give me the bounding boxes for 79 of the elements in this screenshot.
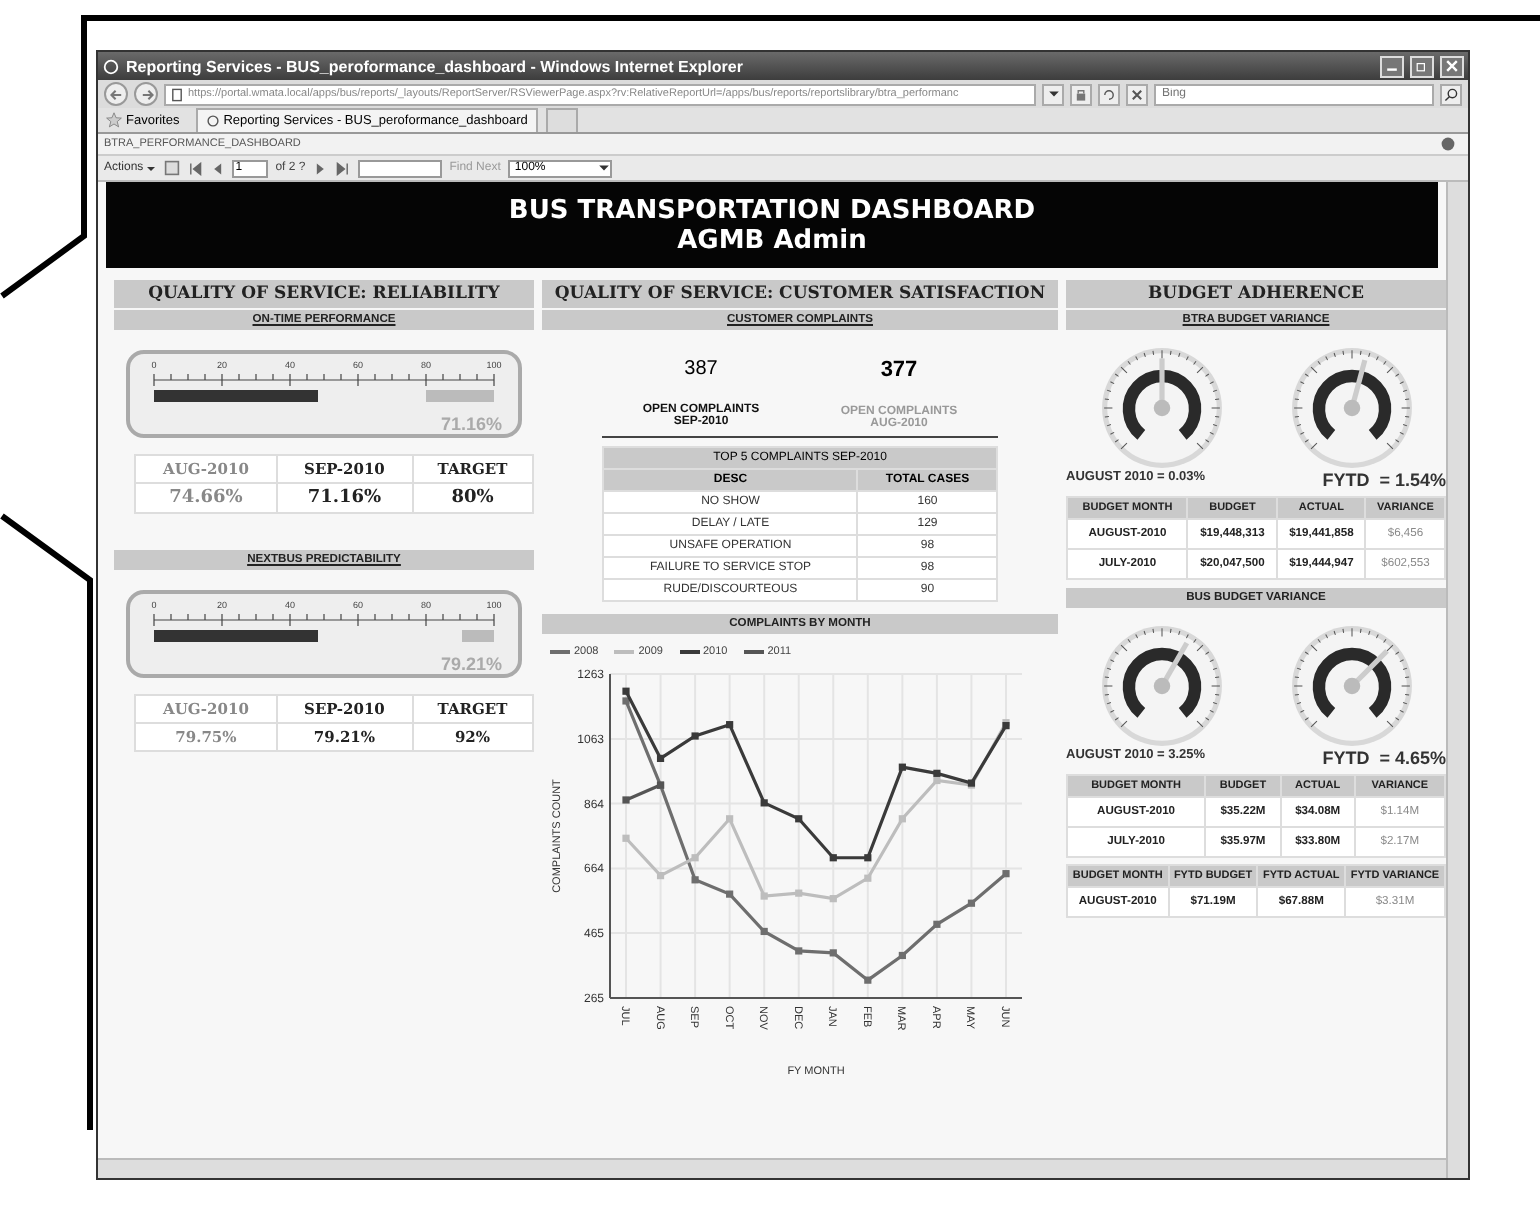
caret-icon bbox=[145, 163, 156, 173]
data-point bbox=[726, 890, 734, 898]
close-icon bbox=[1446, 60, 1458, 72]
gauge-caption: FYTD = 1.54% bbox=[1322, 470, 1446, 490]
section-title: QUALITY OF SERVICE: CUSTOMER SATISFACTION bbox=[542, 280, 1058, 308]
data-point bbox=[1002, 870, 1010, 878]
table-cell: 71.16% bbox=[276, 483, 413, 513]
dial-gauge-drawing bbox=[1289, 346, 1413, 470]
data-point bbox=[864, 854, 872, 862]
restore-icon bbox=[1416, 60, 1428, 72]
next-page-icon[interactable] bbox=[313, 161, 328, 175]
data-point bbox=[933, 920, 941, 928]
caret-icon bbox=[598, 162, 611, 174]
search-button[interactable] bbox=[1440, 83, 1462, 105]
dial-gauge-drawing bbox=[1289, 624, 1413, 748]
data-point bbox=[726, 815, 734, 823]
browser-logo-icon bbox=[102, 57, 120, 75]
data-point bbox=[795, 815, 803, 823]
data-point bbox=[622, 834, 630, 842]
data-point bbox=[795, 947, 803, 955]
maximize-button[interactable] bbox=[1410, 55, 1434, 77]
close-button[interactable] bbox=[1440, 55, 1464, 77]
data-point bbox=[829, 854, 837, 862]
caret-icon bbox=[1047, 88, 1059, 100]
gauge-caption: FYTD = 4.65% bbox=[1322, 748, 1446, 768]
data-point bbox=[691, 732, 699, 740]
window-title: Reporting Services - BUS_peroformance_dashboard - Windows Internet Explorer bbox=[126, 57, 745, 75]
complaint-count: 377 bbox=[878, 358, 920, 382]
find-field[interactable] bbox=[357, 159, 442, 177]
star-icon bbox=[106, 112, 122, 128]
lock-icon bbox=[1074, 87, 1088, 101]
forward-button[interactable] bbox=[134, 82, 158, 106]
dropdown-button[interactable] bbox=[1042, 83, 1064, 105]
data-point bbox=[691, 854, 699, 862]
table-cell: 80% bbox=[412, 483, 533, 513]
dashboard-subtitle: AGMB Admin bbox=[677, 225, 867, 255]
data-point bbox=[760, 927, 768, 936]
data-point bbox=[864, 874, 872, 882]
gauge-reading: 79.21% bbox=[440, 654, 502, 674]
dashboard-title: BUS TRANSPORTATION DASHBOARD bbox=[508, 195, 1036, 225]
page-icon bbox=[170, 87, 184, 101]
section-title: BUDGET ADHERENCE bbox=[1066, 280, 1446, 308]
previous-page-icon[interactable] bbox=[209, 161, 224, 175]
browser-logo-icon bbox=[205, 114, 220, 128]
complaint-count: 387 bbox=[682, 358, 720, 380]
vertical-scrollbar[interactable] bbox=[1446, 182, 1468, 1178]
data-point bbox=[656, 872, 665, 880]
forward-arrow-icon bbox=[139, 87, 153, 101]
last-page-icon[interactable] bbox=[335, 161, 350, 175]
refresh-button[interactable] bbox=[1098, 83, 1120, 105]
gauge-reading: 71.16% bbox=[440, 414, 502, 434]
search-icon bbox=[1444, 87, 1458, 101]
data-point bbox=[795, 889, 803, 897]
table-cell: 74.66% bbox=[135, 483, 277, 513]
data-point bbox=[829, 895, 837, 903]
data-point bbox=[829, 949, 837, 957]
data-point bbox=[760, 892, 768, 900]
dial-gauge-drawing bbox=[1099, 624, 1223, 748]
first-page-icon[interactable] bbox=[187, 161, 202, 175]
data-point bbox=[898, 763, 906, 771]
data-point bbox=[691, 876, 699, 884]
data-point bbox=[760, 799, 768, 807]
data-point bbox=[967, 899, 976, 907]
horizontal-scrollbar[interactable] bbox=[98, 1158, 1446, 1178]
section-title: QUALITY OF SERVICE: RELIABILITY bbox=[114, 280, 534, 308]
back-arrow-icon bbox=[109, 87, 123, 101]
back-button[interactable] bbox=[104, 82, 128, 106]
close-icon bbox=[1130, 87, 1144, 101]
data-point bbox=[898, 951, 906, 960]
data-point bbox=[726, 721, 734, 729]
lock-button[interactable] bbox=[1070, 83, 1092, 105]
data-point bbox=[898, 815, 906, 823]
minimize-button[interactable] bbox=[1380, 55, 1404, 77]
stop-button[interactable] bbox=[1126, 83, 1148, 105]
dial-gauge-drawing bbox=[1099, 346, 1223, 470]
data-point bbox=[864, 976, 872, 984]
data-point bbox=[622, 796, 630, 804]
data-point bbox=[656, 754, 665, 762]
help-icon[interactable] bbox=[1440, 136, 1456, 152]
